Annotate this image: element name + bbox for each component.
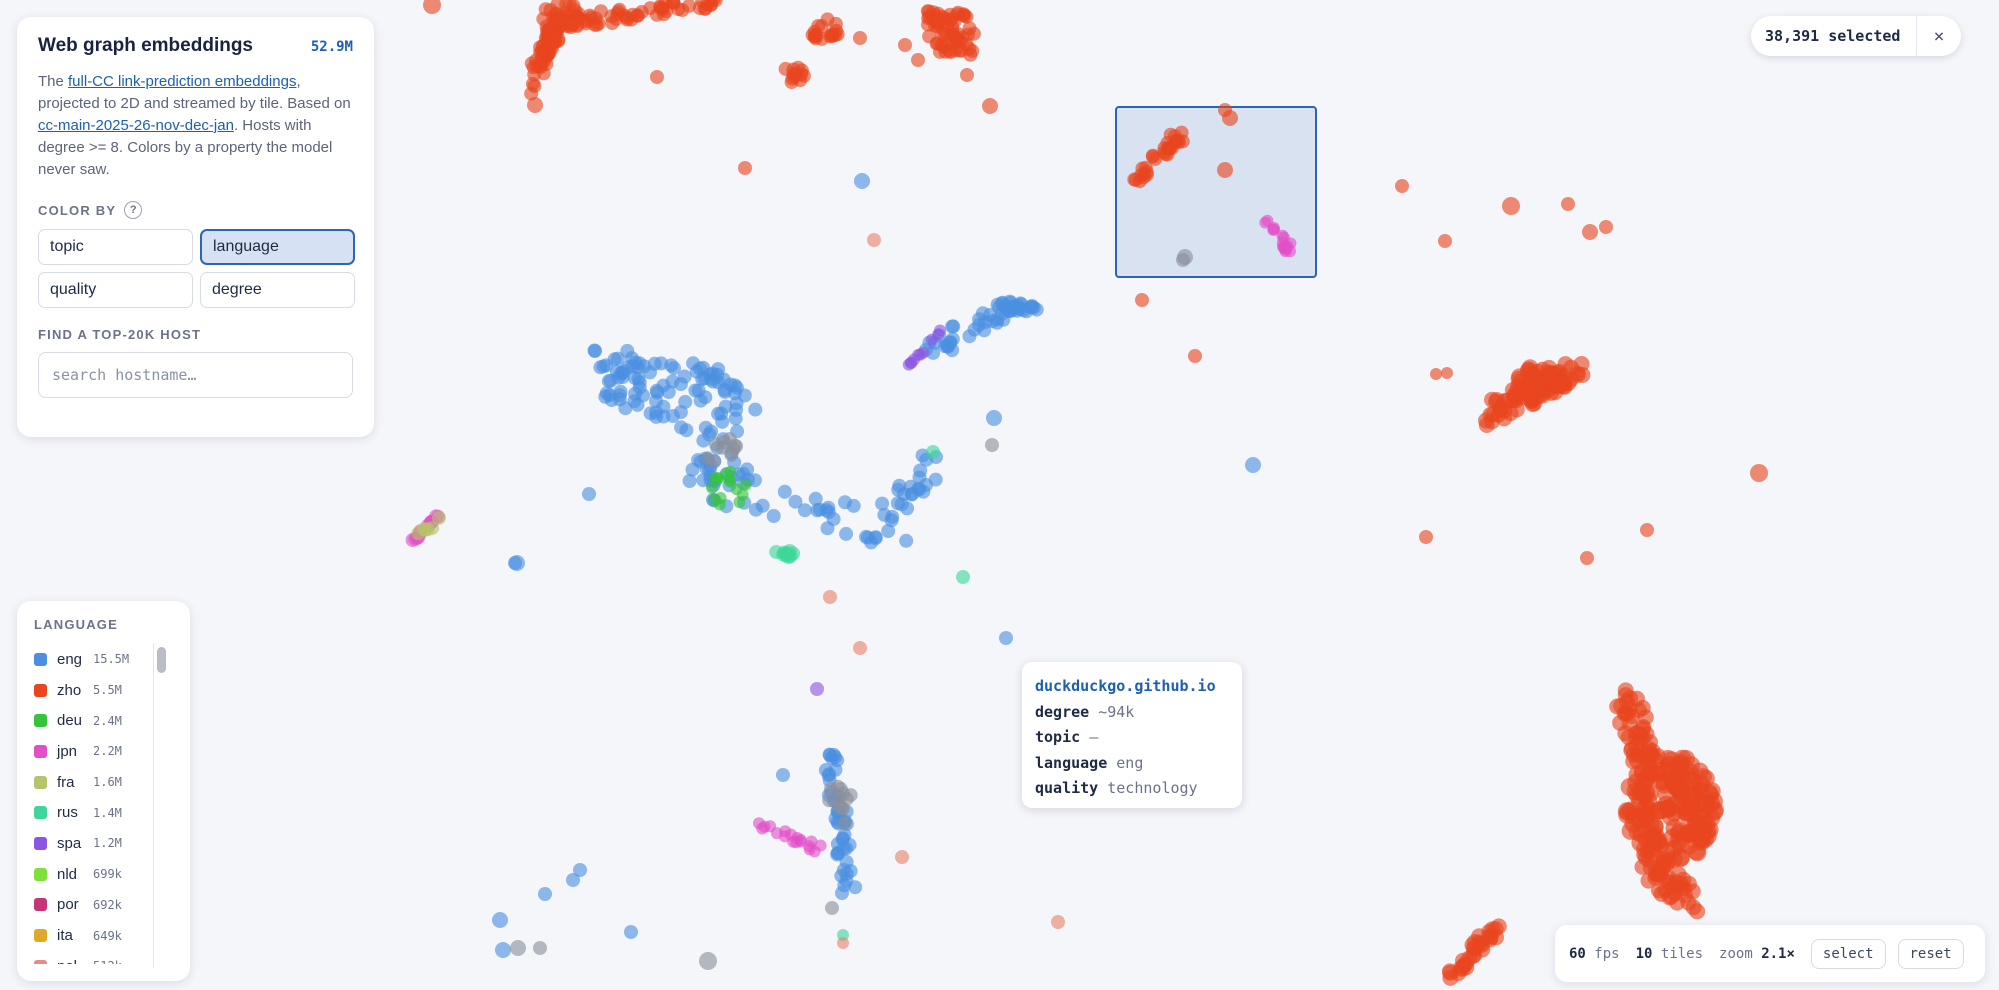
tooltip-row-topic: topic — — [1035, 728, 1099, 746]
legend-count: 15.5M — [93, 652, 130, 667]
status-bar: 60 fps 10 tiles zoom 2.1× select reset — [1555, 925, 1985, 982]
legend-scrollbar[interactable] — [153, 643, 168, 968]
legend-code: fra — [57, 773, 75, 791]
scrollbar-thumb[interactable] — [157, 647, 166, 673]
legend-count: 699k — [93, 867, 122, 882]
legend-swatch — [34, 683, 47, 697]
reset-button[interactable]: reset — [1897, 938, 1964, 969]
legend-swatch — [34, 898, 47, 912]
legend-swatch — [34, 652, 47, 666]
color-topic-button[interactable]: topic — [38, 229, 193, 265]
legend-swatch — [34, 867, 47, 881]
legend-item-eng[interactable]: eng 15.5M — [34, 644, 152, 675]
legend-item-zho[interactable]: zho 5.5M — [34, 675, 152, 706]
help-icon[interactable]: ? — [124, 201, 143, 219]
legend-list[interactable]: eng 15.5M zho 5.5M deu 2.4M jpn 2.2M fra 1.6M rus 1… — [34, 644, 152, 964]
tooltip-row-language: language eng — [1035, 753, 1144, 772]
legend-code: jpn — [57, 742, 78, 760]
total-count: 52.9M — [310, 39, 353, 55]
find-host-label: FIND A TOP-20K HOST — [38, 327, 202, 342]
color-by-label: COLOR BY ? — [38, 201, 353, 219]
legend-count: 5.5M — [93, 683, 122, 698]
legend-code: deu — [57, 712, 83, 730]
tooltip-hostname: duckduckgo.github.io — [1035, 677, 1216, 695]
crawl-link[interactable]: cc-main-2025-26-nov-dec-jan — [38, 117, 234, 134]
legend-swatch — [34, 806, 47, 820]
legend-count: 1.6M — [93, 775, 122, 790]
clear-selection-button[interactable]: × — [1916, 16, 1961, 56]
legend-code: rus — [57, 804, 78, 822]
color-by-buttons: topic language quality degree — [38, 229, 355, 308]
legend-swatch — [34, 714, 47, 728]
legend-swatch — [34, 775, 47, 789]
legend-code: nld — [57, 865, 78, 883]
legend-swatch — [34, 929, 47, 943]
legend-item-deu[interactable]: deu 2.4M — [34, 705, 152, 736]
legend-item-pol[interactable]: pol512k — [34, 951, 152, 964]
legend-count: 692k — [93, 897, 122, 912]
color-quality-button[interactable]: quality — [38, 272, 193, 308]
legend-code: por — [57, 896, 79, 914]
language-legend: LANGUAGE eng 15.5M zho 5.5M deu 2.4M jpn 2.2M fr… — [17, 601, 190, 981]
color-degree-button[interactable]: degree — [200, 272, 355, 308]
panel-description: The full-CC link-prediction embeddings, … — [38, 73, 351, 178]
legend-swatch — [34, 959, 47, 964]
control-panel: Web graph embeddings 52.9M The full-CC l… — [17, 17, 374, 437]
legend-count: 1.2M — [93, 836, 122, 851]
legend-title: LANGUAGE — [34, 617, 118, 632]
tiles-readout: 10 tiles — [1635, 945, 1704, 962]
legend-count: 1.4M — [93, 805, 122, 820]
select-button[interactable]: select — [1810, 938, 1886, 969]
selection-count: 38,391 selected — [1765, 27, 1901, 45]
legend-code: spa — [57, 834, 82, 852]
legend-item-rus[interactable]: rus 1.4M — [34, 797, 152, 828]
legend-count: 2.4M — [93, 713, 122, 728]
legend-item-fra[interactable]: fra 1.6M — [34, 767, 152, 798]
tooltip-row-degree: degree ~94k — [1035, 702, 1135, 721]
panel-title: Web graph embeddings — [38, 35, 254, 56]
legend-item-por[interactable]: por 692k — [34, 890, 152, 921]
legend-item-nld[interactable]: nld 699k — [34, 859, 152, 890]
legend-item-jpn[interactable]: jpn 2.2M — [34, 736, 152, 767]
legend-swatch — [34, 744, 47, 758]
legend-code: eng — [57, 650, 83, 668]
legend-count: 2.2M — [93, 744, 122, 759]
legend-code: pol — [57, 958, 93, 964]
legend-item-spa[interactable]: spa 1.2M — [34, 828, 152, 859]
embeddings-link[interactable]: full-CC link-prediction embeddings — [68, 73, 296, 90]
legend-code: zho — [57, 681, 82, 699]
legend-swatch — [34, 836, 47, 850]
legend-code: ita — [57, 927, 73, 945]
legend-item-ita[interactable]: ita 649k — [34, 920, 152, 951]
color-language-button[interactable]: language — [200, 229, 355, 265]
host-tooltip: duckduckgo.github.io degree ~94k topic —… — [1022, 662, 1242, 808]
legend-count: 649k — [93, 928, 122, 943]
map-points — [405, 0, 1768, 986]
selection-pill: 38,391 selected × — [1751, 16, 1961, 56]
zoom-readout: zoom 2.1× — [1719, 945, 1795, 962]
tooltip-row-quality: quality technology — [1035, 779, 1198, 797]
hostname-search-input[interactable] — [38, 352, 353, 398]
fps-readout: 60 fps — [1569, 945, 1620, 962]
legend-count: 512k — [93, 959, 122, 964]
